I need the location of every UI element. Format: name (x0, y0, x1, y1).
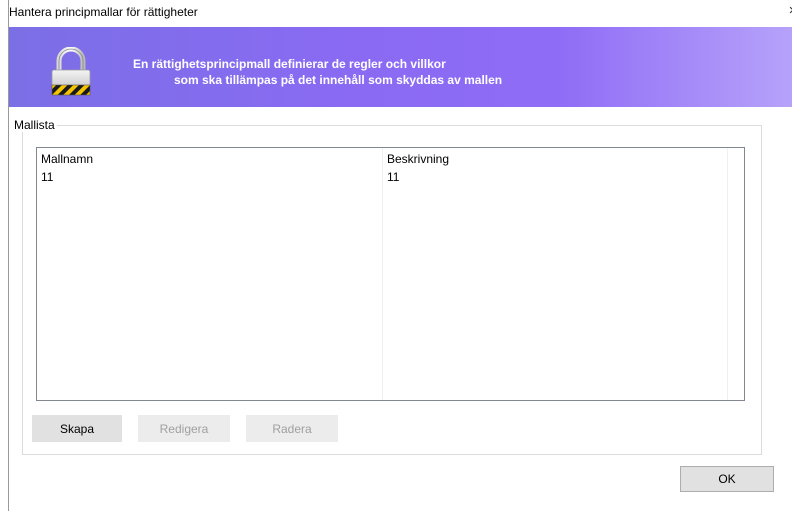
create-button[interactable]: Skapa (32, 415, 122, 442)
group-label: Mallista (12, 118, 57, 132)
close-icon[interactable]: × (785, 3, 792, 19)
window-title: Hantera principmallar för rättigheter (9, 5, 198, 19)
banner-description-line-1: En rättighetsprincipmall definierar de r… (133, 57, 446, 71)
title-bar: Hantera principmallar för rättigheter × (9, 0, 792, 24)
header-banner: En rättighetsprincipmall definierar de r… (9, 27, 792, 107)
ok-button[interactable]: OK (680, 466, 774, 492)
banner-description-line-2: som ska tillämpas på det innehåll som sk… (174, 73, 503, 87)
column-header-description[interactable]: Beskrivning (387, 152, 449, 166)
edit-button[interactable]: Redigera (138, 415, 230, 442)
list-scrollbar-area (727, 148, 745, 400)
column-separator (382, 148, 383, 400)
delete-button[interactable]: Radera (246, 415, 338, 442)
template-list[interactable]: Mallnamn Beskrivning 11 11 (36, 147, 745, 401)
row-cell-name[interactable]: 11 (41, 170, 53, 184)
column-header-name[interactable]: Mallnamn (41, 152, 93, 166)
row-cell-description[interactable]: 11 (387, 170, 399, 184)
padlock-icon (51, 47, 91, 96)
